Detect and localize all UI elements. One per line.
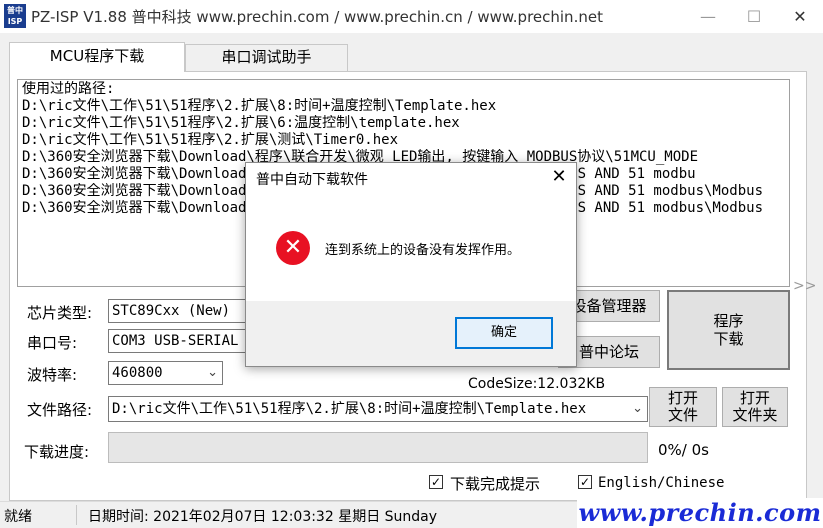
chevron-down-icon: ⌄	[632, 401, 643, 416]
file-path-select[interactable]: D:\ric文件\工作\51\51程序\2.扩展\8:时间+温度控制\Templ…	[108, 396, 648, 422]
error-icon: ✕	[276, 231, 310, 265]
maximize-button[interactable]: ☐	[731, 0, 777, 33]
history-heading: 使用过的路径:	[22, 81, 115, 97]
program-download-button[interactable]: 程序 下载	[667, 290, 790, 370]
app-icon: 普中 ISP	[4, 4, 26, 28]
dialog-close-button[interactable]: ✕	[542, 163, 576, 191]
download-progress-label: 下载进度:	[24, 443, 90, 461]
tab-mcu-download[interactable]: MCU程序下载	[9, 42, 185, 72]
minimize-icon: —	[700, 7, 716, 26]
serial-port-label: 串口号:	[27, 334, 78, 352]
close-icon: ✕	[551, 166, 567, 187]
datetime-text: 日期时间: 2021年02月07日 12:03:32 星期日 Sunday	[88, 509, 438, 525]
program-download-label-line1: 程序	[713, 312, 744, 330]
done-prompt-label: 下载完成提示	[450, 475, 541, 493]
expand-right-icon[interactable]: >>	[793, 278, 816, 294]
status-separator	[76, 505, 77, 525]
app-icon-text-top: 普中	[7, 6, 23, 15]
open-folder-button[interactable]: 打开 文件夹	[722, 387, 788, 427]
program-download-label-line2: 下载	[713, 330, 744, 348]
history-item[interactable]: D:\ric文件\工作\51\51程序\2.扩展\6:温度控制\template…	[22, 115, 785, 132]
file-path-label: 文件路径:	[27, 401, 93, 419]
progress-text: 0%/ 0s	[658, 441, 709, 459]
open-folder-label-line2: 文件夹	[732, 406, 778, 424]
dialog-message: 连到系统上的设备没有发挥作用。	[325, 243, 521, 258]
open-file-label-line2: 文件	[667, 406, 698, 424]
chip-type-label: 芯片类型:	[27, 304, 93, 322]
error-dialog: 普中自动下载软件 ✕ ✕ 连到系统上的设备没有发挥作用。 确定	[245, 162, 577, 367]
open-file-label-line1: 打开	[667, 389, 698, 407]
baud-rate-label: 波特率:	[27, 366, 78, 384]
chip-type-select[interactable]: STC89Cxx (New)	[108, 299, 248, 323]
minimize-button[interactable]: —	[685, 0, 731, 33]
tab-serial-assistant[interactable]: 串口调试助手	[185, 44, 348, 71]
dialog-title: 普中自动下载软件	[256, 172, 368, 188]
language-checkbox[interactable]: ✓	[578, 475, 592, 489]
code-size: CodeSize:12.032KB	[468, 376, 606, 392]
window-title: PZ-ISP V1.88 普中科技 www.prechin.com / www.…	[31, 8, 603, 26]
ok-button[interactable]: 确定	[455, 317, 553, 349]
history-item[interactable]: D:\ric文件\工作\51\51程序\2.扩展\8:时间+温度控制\Templ…	[22, 98, 785, 115]
close-icon: ✕	[793, 7, 807, 26]
chevron-down-icon: ⌄	[207, 365, 218, 380]
app-icon-text-bottom: ISP	[7, 17, 23, 26]
file-path-value: D:\ric文件\工作\51\51程序\2.扩展\8:时间+温度控制\Templ…	[112, 401, 587, 417]
close-window-button[interactable]: ✕	[777, 0, 823, 33]
history-item[interactable]: D:\ric文件\工作\51\51程序\2.扩展\测试\Timer0.hex	[22, 132, 785, 149]
status-text: 就绪	[4, 509, 32, 525]
open-folder-label-line1: 打开	[739, 389, 770, 407]
baud-rate-value: 460800	[112, 365, 163, 381]
done-prompt-checkbox[interactable]: ✓	[429, 475, 443, 489]
open-file-button[interactable]: 打开 文件	[649, 387, 717, 427]
maximize-icon: ☐	[746, 7, 762, 26]
brand-link[interactable]: www.prechin.com	[577, 498, 823, 528]
baud-rate-select[interactable]: 460800 ⌄	[108, 361, 223, 385]
language-label: English/Chinese	[598, 475, 725, 491]
serial-port-select[interactable]: COM3 USB-SERIAL CH340	[108, 329, 248, 353]
download-progress-bar	[108, 432, 648, 463]
